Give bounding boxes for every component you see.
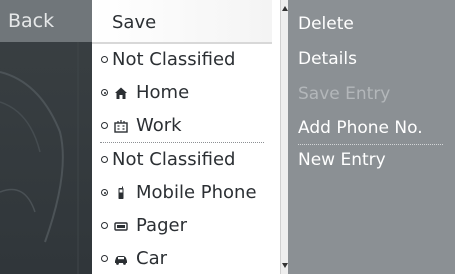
list-item-label: Not Classified [112,49,236,70]
menu-item-add-phone-no[interactable]: Add Phone No. [298,118,423,138]
radio-button-selected[interactable] [101,189,108,196]
save-header[interactable]: Save [92,0,272,44]
list-item-not-classified-home[interactable]: Not Classified [92,43,272,76]
list-item-work[interactable]: Work [92,109,272,142]
radio-button[interactable] [101,122,108,129]
menu-item-new-entry[interactable]: New Entry [298,150,386,170]
category-list: Save Not Classified Home Work Not Classi… [92,0,280,274]
list-item-label: Work [136,115,182,136]
menu-item-save-entry[interactable]: Save Entry [298,84,390,104]
list-item-label: Not Classified [112,149,236,170]
pager-icon [114,222,128,231]
car-icon [115,256,127,265]
list-item-label: Home [136,82,190,103]
list-item-car[interactable]: Car [92,242,272,274]
list-item-home[interactable]: Home [92,76,272,109]
left-panel: Back [0,0,92,274]
radio-button[interactable] [101,156,108,163]
list-item-label: Car [136,248,167,269]
save-label: Save [112,12,157,33]
phone-book-screen: Back Save Not Classified Home Work Not C… [0,0,455,274]
mobile-phone-icon [118,186,124,199]
radio-button[interactable] [101,222,108,229]
work-icon [114,120,128,133]
menu-item-delete[interactable]: Delete [298,14,354,34]
radio-button[interactable] [101,56,108,63]
home-icon [115,87,127,99]
menu-divider [298,144,443,145]
radio-button-selected[interactable] [101,89,108,96]
list-item-label: Pager [136,215,187,236]
options-menu: Delete Details Save Entry Add Phone No. … [288,0,455,274]
back-button[interactable]: Back [0,0,92,42]
back-label: Back [8,10,55,32]
list-item-mobile-phone[interactable]: Mobile Phone [92,176,272,209]
background-decoration [0,42,79,274]
menu-item-details[interactable]: Details [298,49,357,69]
list-item-label: Mobile Phone [136,182,257,203]
radio-button[interactable] [101,255,108,262]
list-item-pager[interactable]: Pager [92,209,272,242]
list-scrollbar[interactable] [280,0,288,274]
list-item-not-classified-phone[interactable]: Not Classified [92,143,272,176]
